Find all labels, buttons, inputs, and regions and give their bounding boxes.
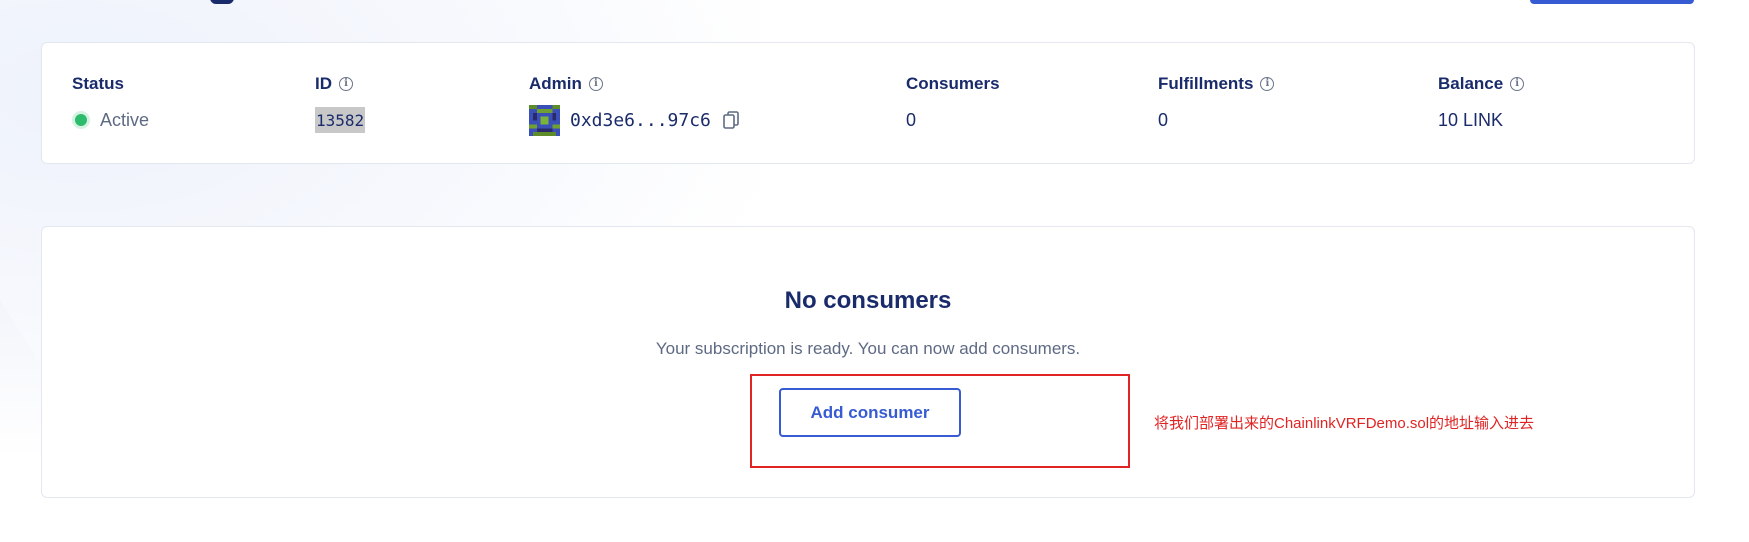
consumers-column: Consumers 0 — [906, 73, 1000, 133]
empty-state-subtitle: Your subscription is ready. You can now … — [655, 339, 1081, 358]
admin-column: Admin i 0xd3e6...97c6 — [529, 73, 739, 136]
status-active-dot — [72, 111, 90, 129]
fulfillments-label: Fulfillments i — [1158, 73, 1275, 95]
empty-state: No consumers Your subscription is ready.… — [42, 287, 1694, 361]
subscription-id[interactable]: 13582 — [315, 107, 366, 133]
balance-value: 10 LINK — [1438, 109, 1504, 130]
info-icon[interactable]: i — [1260, 77, 1275, 91]
status-label: Status — [72, 74, 124, 93]
copy-icon[interactable] — [723, 111, 739, 129]
page-title-fragment — [210, 0, 234, 4]
admin-label: Admin i — [529, 73, 739, 95]
status-text: Active — [100, 109, 150, 130]
balance-column: Balance i 10 LINK — [1438, 73, 1525, 133]
info-icon[interactable]: i — [1510, 77, 1525, 91]
header-action-button[interactable] — [1530, 0, 1694, 4]
info-icon[interactable]: i — [339, 77, 353, 91]
annotation-text: 将我们部署出来的ChainlinkVRFDemo.sol的地址输入进去 — [1154, 415, 1535, 432]
admin-address[interactable]: 0xd3e6...97c6 — [570, 110, 711, 131]
fulfillments-count: 0 — [1158, 109, 1169, 130]
info-icon[interactable]: i — [588, 77, 603, 91]
fulfillments-column: Fulfillments i 0 — [1158, 73, 1275, 133]
balance-label: Balance i — [1438, 73, 1525, 95]
id-column: ID i 13582 — [315, 73, 366, 133]
status-value: Active — [72, 107, 149, 133]
consumers-label: Consumers — [906, 74, 1000, 93]
status-column: Status Active — [72, 73, 149, 133]
consumers-card: No consumers Your subscription is ready.… — [41, 226, 1695, 498]
subscription-details-card: Status Active ID i 13582 Admin i 0xd3e6.… — [41, 42, 1695, 164]
empty-state-title: No consumers — [784, 287, 952, 314]
identicon-avatar — [529, 104, 560, 136]
admin-value: 0xd3e6...97c6 — [529, 104, 739, 136]
id-label: ID i — [315, 73, 365, 95]
id-value-wrapper: 13582 — [315, 107, 366, 133]
add-consumer-button[interactable]: Add consumer — [779, 388, 961, 437]
consumers-count: 0 — [906, 109, 917, 130]
